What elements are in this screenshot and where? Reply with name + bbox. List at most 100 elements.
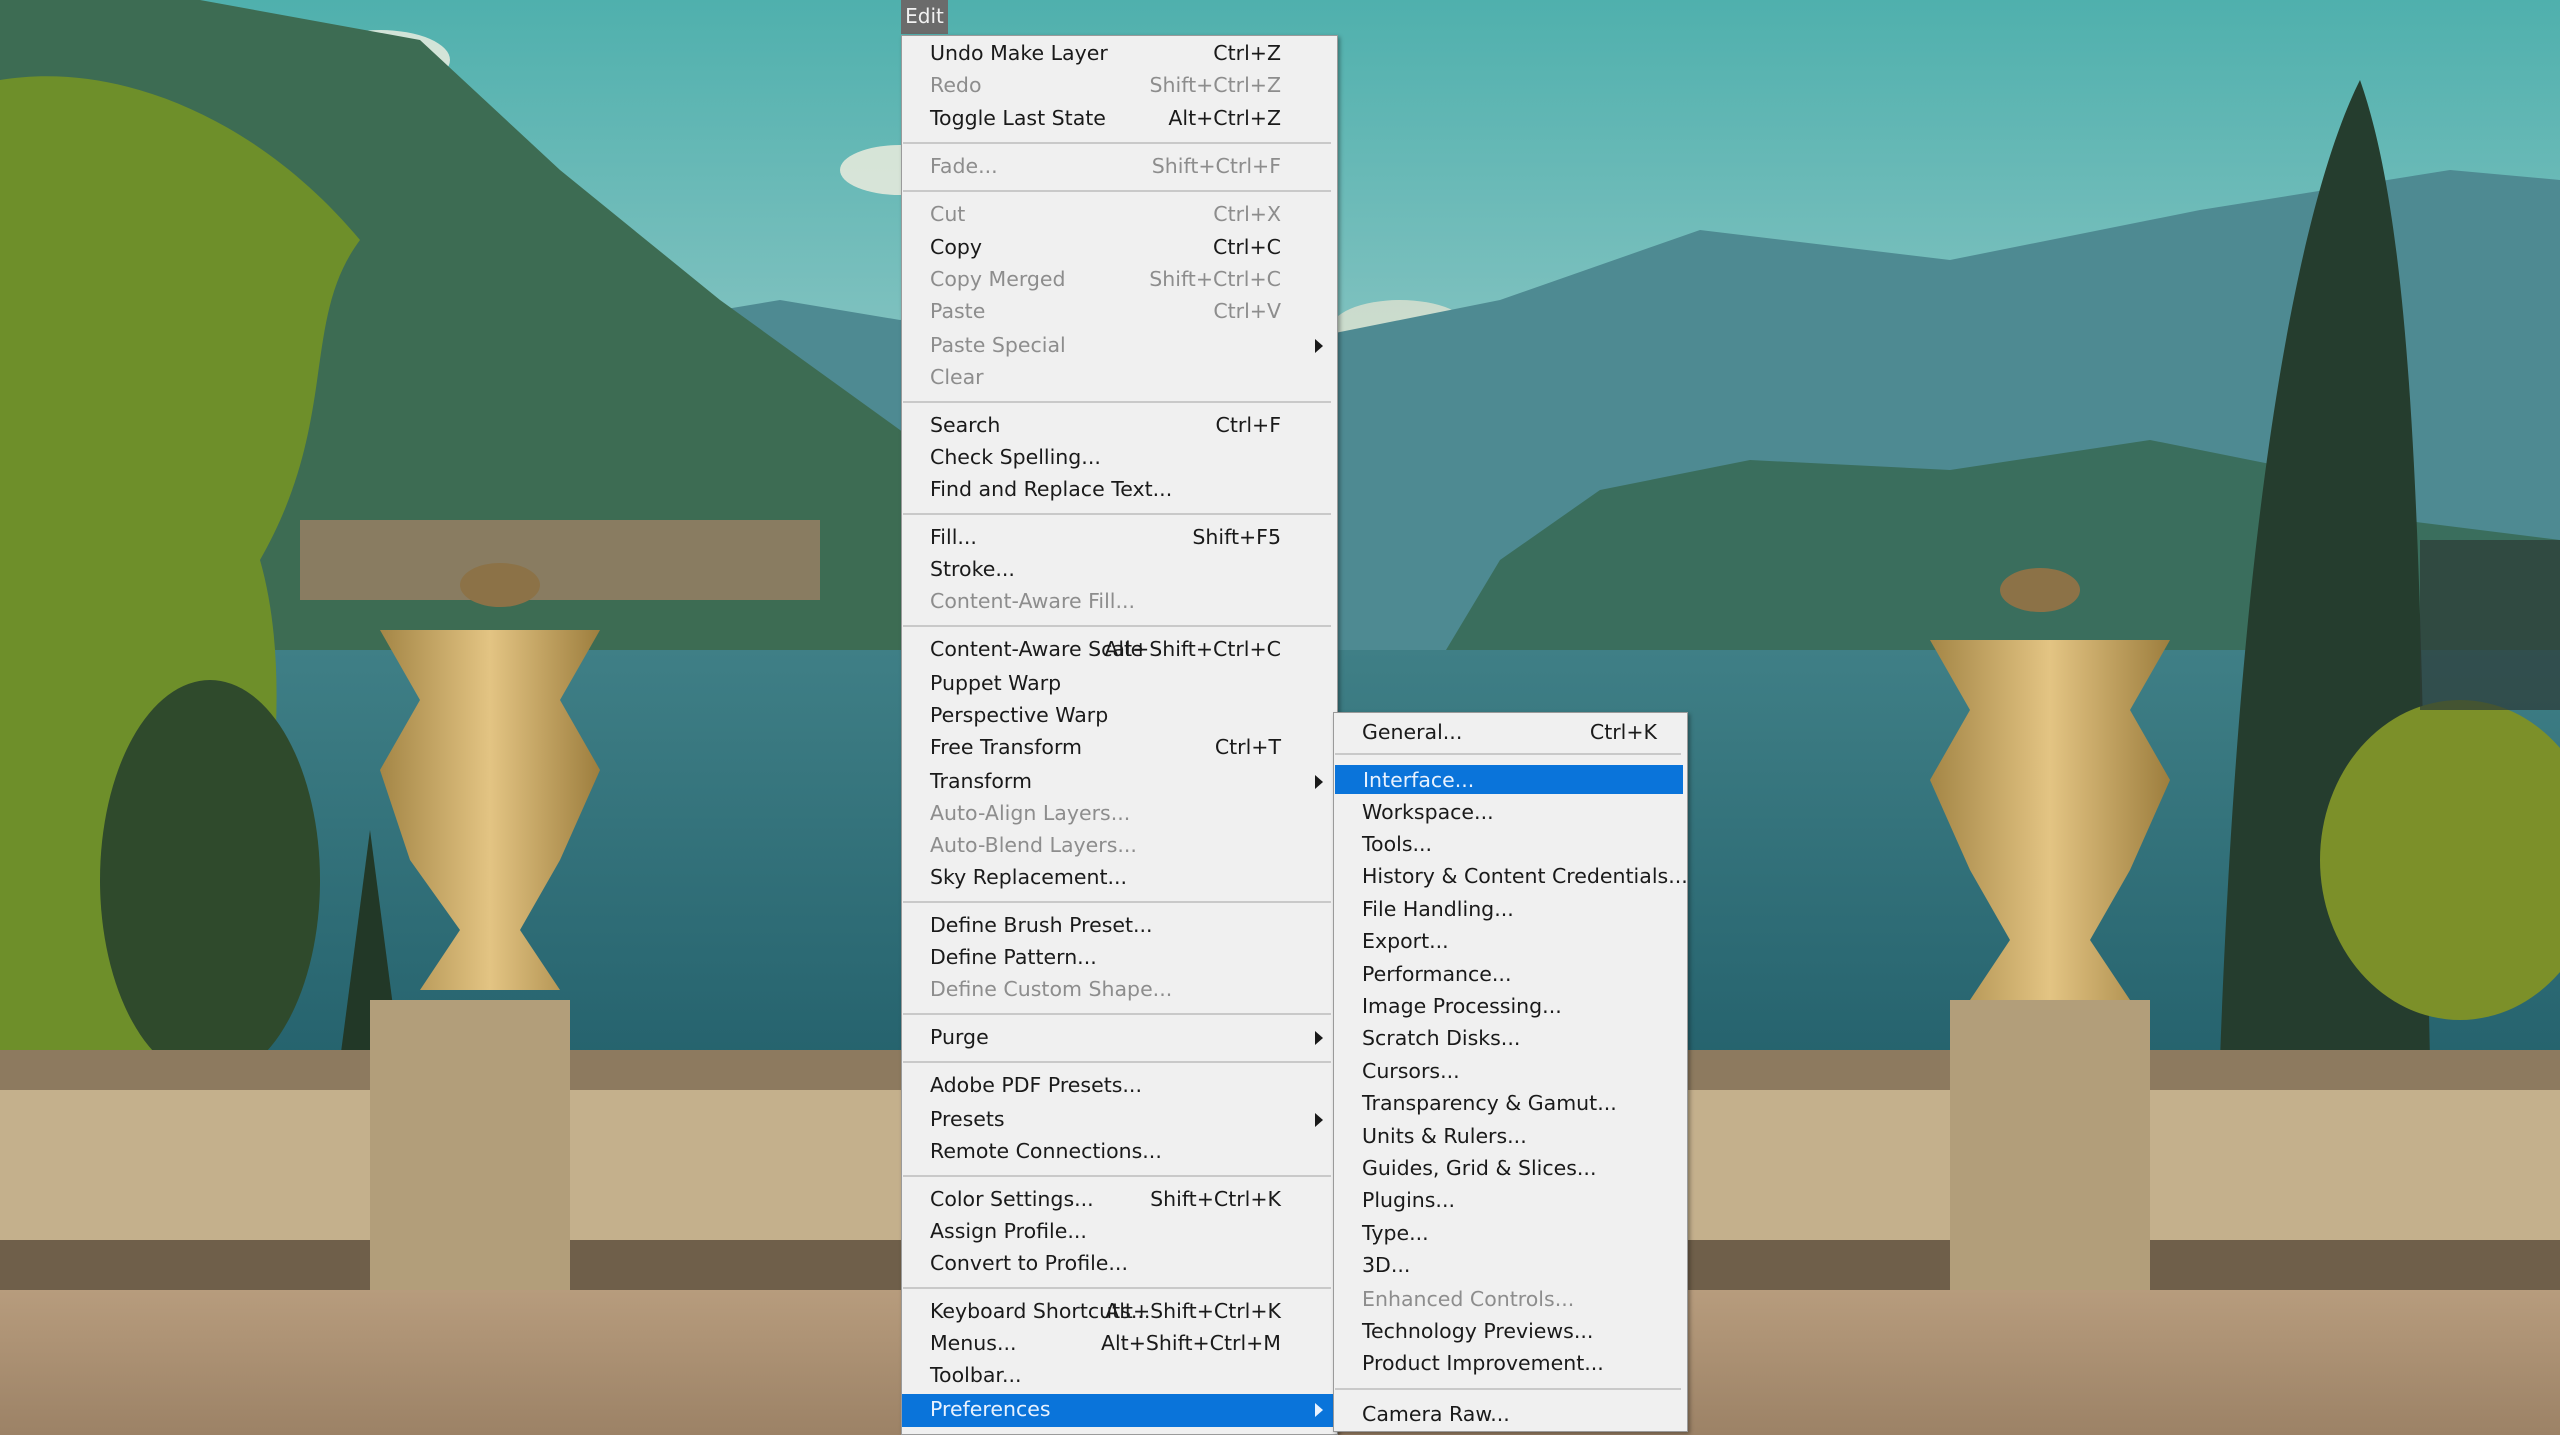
menu-item-label: Assign Profile... [930,1219,1087,1243]
menu-item-content-aware-fill[interactable]: Content-Aware Fill... [902,586,1337,617]
menu-item-menus[interactable]: Menus... Alt+Shift+Ctrl+M [902,1328,1337,1359]
menu-item-cut[interactable]: Cut Ctrl+X [902,199,1337,230]
menu-item-free-transform[interactable]: Free Transform Ctrl+T [902,732,1337,763]
menu-item-paste-special[interactable]: Paste Special [902,330,1337,361]
menu-item-redo[interactable]: Redo Shift+Ctrl+Z [902,70,1337,101]
menu-item-search[interactable]: Search Ctrl+F [902,410,1337,441]
menu-item-interface[interactable]: Interface... [1335,765,1683,794]
menu-item-sky-replacement[interactable]: Sky Replacement... [902,862,1337,893]
menu-item-presets[interactable]: Presets [902,1104,1337,1135]
menu-item-copy-merged[interactable]: Copy Merged Shift+Ctrl+C [902,264,1337,295]
menu-item-label: Define Brush Preset... [930,913,1153,937]
menu-item-fade[interactable]: Fade... Shift+Ctrl+F [902,151,1337,182]
menu-item-label: Guides, Grid & Slices... [1362,1156,1597,1180]
menu-separator [903,513,1331,515]
menu-item-label: Technology Previews... [1362,1319,1594,1343]
menu-item-3d[interactable]: 3D... [1334,1250,1687,1281]
menu-item-product-improvement[interactable]: Product Improvement... [1334,1348,1687,1379]
menu-item-clear[interactable]: Clear [902,362,1337,393]
menu-item-label: Plugins... [1362,1188,1455,1212]
menu-item-performance[interactable]: Performance... [1334,959,1687,990]
menu-item-puppet-warp[interactable]: Puppet Warp [902,668,1337,699]
menu-item-shortcut: Ctrl+T [1214,735,1281,759]
menu-item-label: Puppet Warp [930,671,1062,695]
menu-item-label: Color Settings... [930,1187,1094,1211]
menu-item-label: Check Spelling... [930,445,1101,469]
menu-item-define-custom-shape[interactable]: Define Custom Shape... [902,974,1337,1005]
menu-item-perspective-warp[interactable]: Perspective Warp [902,700,1337,731]
submenu-arrow-icon [1315,775,1323,789]
menu-item-guides-grid-and-slices[interactable]: Guides, Grid & Slices... [1334,1153,1687,1184]
menu-separator [903,401,1331,403]
menu-item-toggle-last-state[interactable]: Toggle Last State Alt+Ctrl+Z [902,103,1337,134]
menu-item-label: Units & Rulers... [1362,1124,1527,1148]
menu-item-purge[interactable]: Purge [902,1022,1337,1053]
menu-item-label: Free Transform [930,735,1082,759]
menu-item-file-handling[interactable]: File Handling... [1334,894,1687,925]
menu-item-cursors[interactable]: Cursors... [1334,1056,1687,1087]
menu-item-paste[interactable]: Paste Ctrl+V [902,296,1337,327]
menu-item-camera-raw[interactable]: Camera Raw... [1334,1399,1687,1430]
menu-item-auto-blend-layers[interactable]: Auto-Blend Layers... [902,830,1337,861]
menu-item-fill[interactable]: Fill... Shift+F5 [902,522,1337,553]
menu-item-plugins[interactable]: Plugins... [1334,1185,1687,1216]
menu-item-keyboard-shortcuts[interactable]: Keyboard Shortcuts... Alt+Shift+Ctrl+K [902,1296,1337,1327]
menu-item-label: Interface... [1363,768,1475,792]
menu-item-label: History & Content Credentials... [1362,864,1688,888]
menu-item-workspace[interactable]: Workspace... [1334,797,1687,828]
menu-item-content-aware-scale[interactable]: Content-Aware Scale Alt+Shift+Ctrl+C [902,634,1337,665]
menu-item-label: Copy Merged [930,267,1066,291]
menu-item-label: Tools... [1362,832,1433,856]
menu-item-auto-align-layers[interactable]: Auto-Align Layers... [902,798,1337,829]
menu-item-check-spelling[interactable]: Check Spelling... [902,442,1337,473]
menu-item-convert-to-profile[interactable]: Convert to Profile... [902,1248,1337,1279]
menu-item-define-pattern[interactable]: Define Pattern... [902,942,1337,973]
menu-item-toolbar[interactable]: Toolbar... [902,1360,1337,1391]
menu-item-label: Toggle Last State [930,106,1106,130]
preferences-submenu: General... Ctrl+K Interface... Workspace...… [1333,712,1688,1432]
edit-menu: Undo Make Layer Ctrl+Z Redo Shift+Ctrl+Z Tog… [901,35,1338,1435]
menu-item-label: Define Pattern... [930,945,1097,969]
menu-item-label: Search [930,413,1001,437]
menu-item-label: Paste [930,299,986,323]
menu-item-scratch-disks[interactable]: Scratch Disks... [1334,1023,1687,1054]
menu-item-enhanced-controls[interactable]: Enhanced Controls... [1334,1284,1687,1315]
menu-item-label: Export... [1362,929,1449,953]
menu-item-undo-make-layer[interactable]: Undo Make Layer Ctrl+Z [902,38,1337,69]
menu-item-history-and-content-credentials[interactable]: History & Content Credentials... [1334,861,1688,892]
menu-item-type[interactable]: Type... [1334,1218,1687,1249]
menu-item-shortcut: Ctrl+X [1213,202,1281,226]
menu-item-stroke[interactable]: Stroke... [902,554,1337,585]
menu-separator [903,1061,1331,1063]
menu-item-find-and-replace-text[interactable]: Find and Replace Text... [902,474,1337,505]
menu-item-general[interactable]: General... Ctrl+K [1334,717,1687,748]
menu-item-label: Content-Aware Fill... [930,589,1136,613]
menu-item-adobe-pdf-presets[interactable]: Adobe PDF Presets... [902,1070,1337,1101]
menu-item-preferences[interactable]: Preferences [902,1394,1337,1427]
menu-item-label: Cursors... [1362,1059,1460,1083]
menu-item-tools[interactable]: Tools... [1334,829,1687,860]
menu-item-transparency-and-gamut[interactable]: Transparency & Gamut... [1334,1088,1687,1119]
menu-item-label: Define Custom Shape... [930,977,1173,1001]
menu-item-label: Fill... [930,525,977,549]
menu-item-label: Workspace... [1362,800,1494,824]
menu-item-image-processing[interactable]: Image Processing... [1334,991,1687,1022]
menu-item-shortcut: Ctrl+Z [1213,41,1281,65]
menu-item-remote-connections[interactable]: Remote Connections... [902,1136,1337,1167]
menu-item-units-and-rulers[interactable]: Units & Rulers... [1334,1121,1687,1152]
menu-item-technology-previews[interactable]: Technology Previews... [1334,1316,1687,1347]
menu-item-copy[interactable]: Copy Ctrl+C [902,232,1337,263]
menu-item-assign-profile[interactable]: Assign Profile... [902,1216,1337,1247]
menu-item-label: Transparency & Gamut... [1362,1091,1617,1115]
submenu-arrow-icon [1315,1403,1323,1417]
menu-item-label: Camera Raw... [1362,1402,1510,1426]
menu-item-color-settings[interactable]: Color Settings... Shift+Ctrl+K [902,1184,1337,1215]
menu-item-define-brush-preset[interactable]: Define Brush Preset... [902,910,1337,941]
menu-item-shortcut: Ctrl+C [1213,235,1281,259]
menu-item-label: Menus... [930,1331,1017,1355]
menu-item-label: Fade... [930,154,998,178]
menu-item-label: Auto-Align Layers... [930,801,1131,825]
menu-item-export[interactable]: Export... [1334,926,1687,957]
menu-item-transform[interactable]: Transform [902,766,1337,797]
menubar-edit[interactable]: Edit [901,0,948,34]
